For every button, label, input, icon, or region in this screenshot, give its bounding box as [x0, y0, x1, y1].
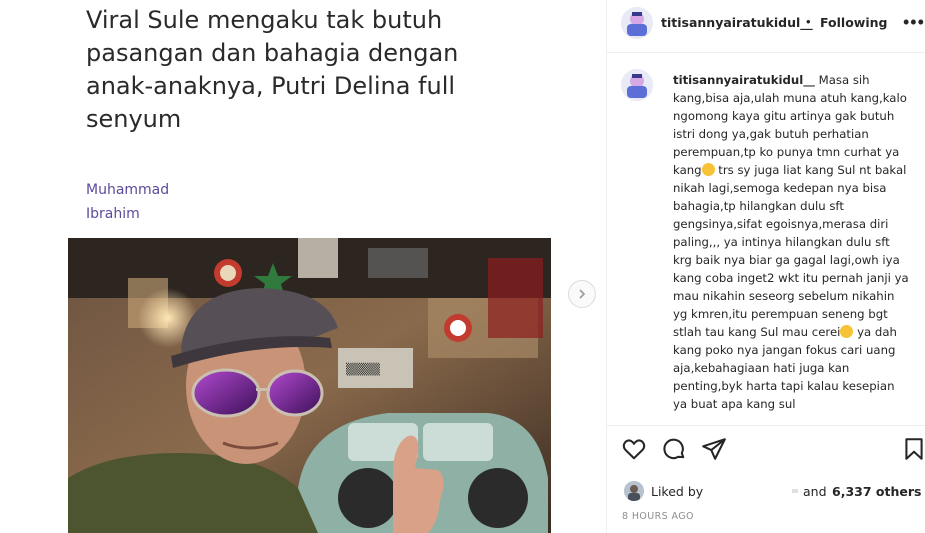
post-header: titisannyairatukidul__ • Following •••	[607, 0, 925, 53]
comment-icon	[663, 438, 685, 460]
author-avatar[interactable]	[621, 7, 653, 39]
carousel-next-button[interactable]	[568, 280, 596, 308]
caption-text: titisannyairatukidul__ Masa sih kang,bis…	[673, 71, 909, 413]
likes-count-link[interactable]: 6,337 others	[832, 484, 921, 499]
action-bar	[607, 436, 925, 466]
caption-part-1: Masa sih kang,bisa aja,ulah muna atuh ka…	[673, 73, 907, 177]
following-button[interactable]: Following	[820, 15, 887, 30]
comment-button[interactable]	[661, 436, 687, 462]
liker-avatar[interactable]	[624, 481, 644, 501]
post-sidebar: titisannyairatukidul__ • Following ••• t…	[607, 0, 925, 533]
svg-text:▒▒▒▒: ▒▒▒▒	[346, 362, 380, 376]
more-options-icon[interactable]: •••	[903, 12, 925, 33]
liked-by-label: Liked by	[651, 484, 704, 499]
redacted-username	[708, 484, 802, 498]
article-photo: ▒▒▒▒	[68, 238, 551, 533]
comment-area[interactable]: titisannyairatukidul__ Masa sih kang,bis…	[607, 53, 925, 425]
emoji-icon	[701, 163, 715, 176]
author-last-name: Ibrahim	[86, 206, 140, 222]
header-separator: •	[806, 14, 811, 29]
chevron-right-icon	[579, 289, 586, 299]
article-panel: Viral Sule mengaku tak butuh pasangan da…	[0, 0, 606, 533]
actions-divider	[607, 425, 925, 426]
article-title: Viral Sule mengaku tak butuh pasangan da…	[86, 6, 459, 133]
save-button[interactable]	[901, 436, 925, 462]
like-button[interactable]	[621, 436, 647, 462]
article-author[interactable]: Muhammad Ibrahim	[86, 178, 169, 226]
bookmark-icon	[905, 438, 923, 460]
post-timestamp[interactable]: 8 HOURS AGO	[622, 511, 694, 522]
avatar-image	[621, 69, 653, 101]
photo-illustration: ▒▒▒▒	[68, 238, 551, 533]
avatar-image	[624, 481, 644, 501]
comment-avatar[interactable]	[621, 69, 653, 101]
and-label: and	[803, 484, 827, 499]
avatar-image	[621, 7, 653, 39]
header-username[interactable]: titisannyairatukidul__	[661, 15, 813, 30]
caption-part-2: trs sy juga liat kang Sul nt bakal nikah…	[673, 163, 909, 339]
author-first-name: Muhammad	[86, 182, 170, 198]
caption-username[interactable]: titisannyairatukidul__	[673, 73, 815, 87]
heart-icon	[622, 439, 646, 460]
share-icon	[702, 438, 726, 460]
share-button[interactable]	[701, 436, 727, 462]
likes-row: Liked by and 6,337 others	[624, 481, 924, 503]
emoji-icon	[840, 325, 854, 338]
